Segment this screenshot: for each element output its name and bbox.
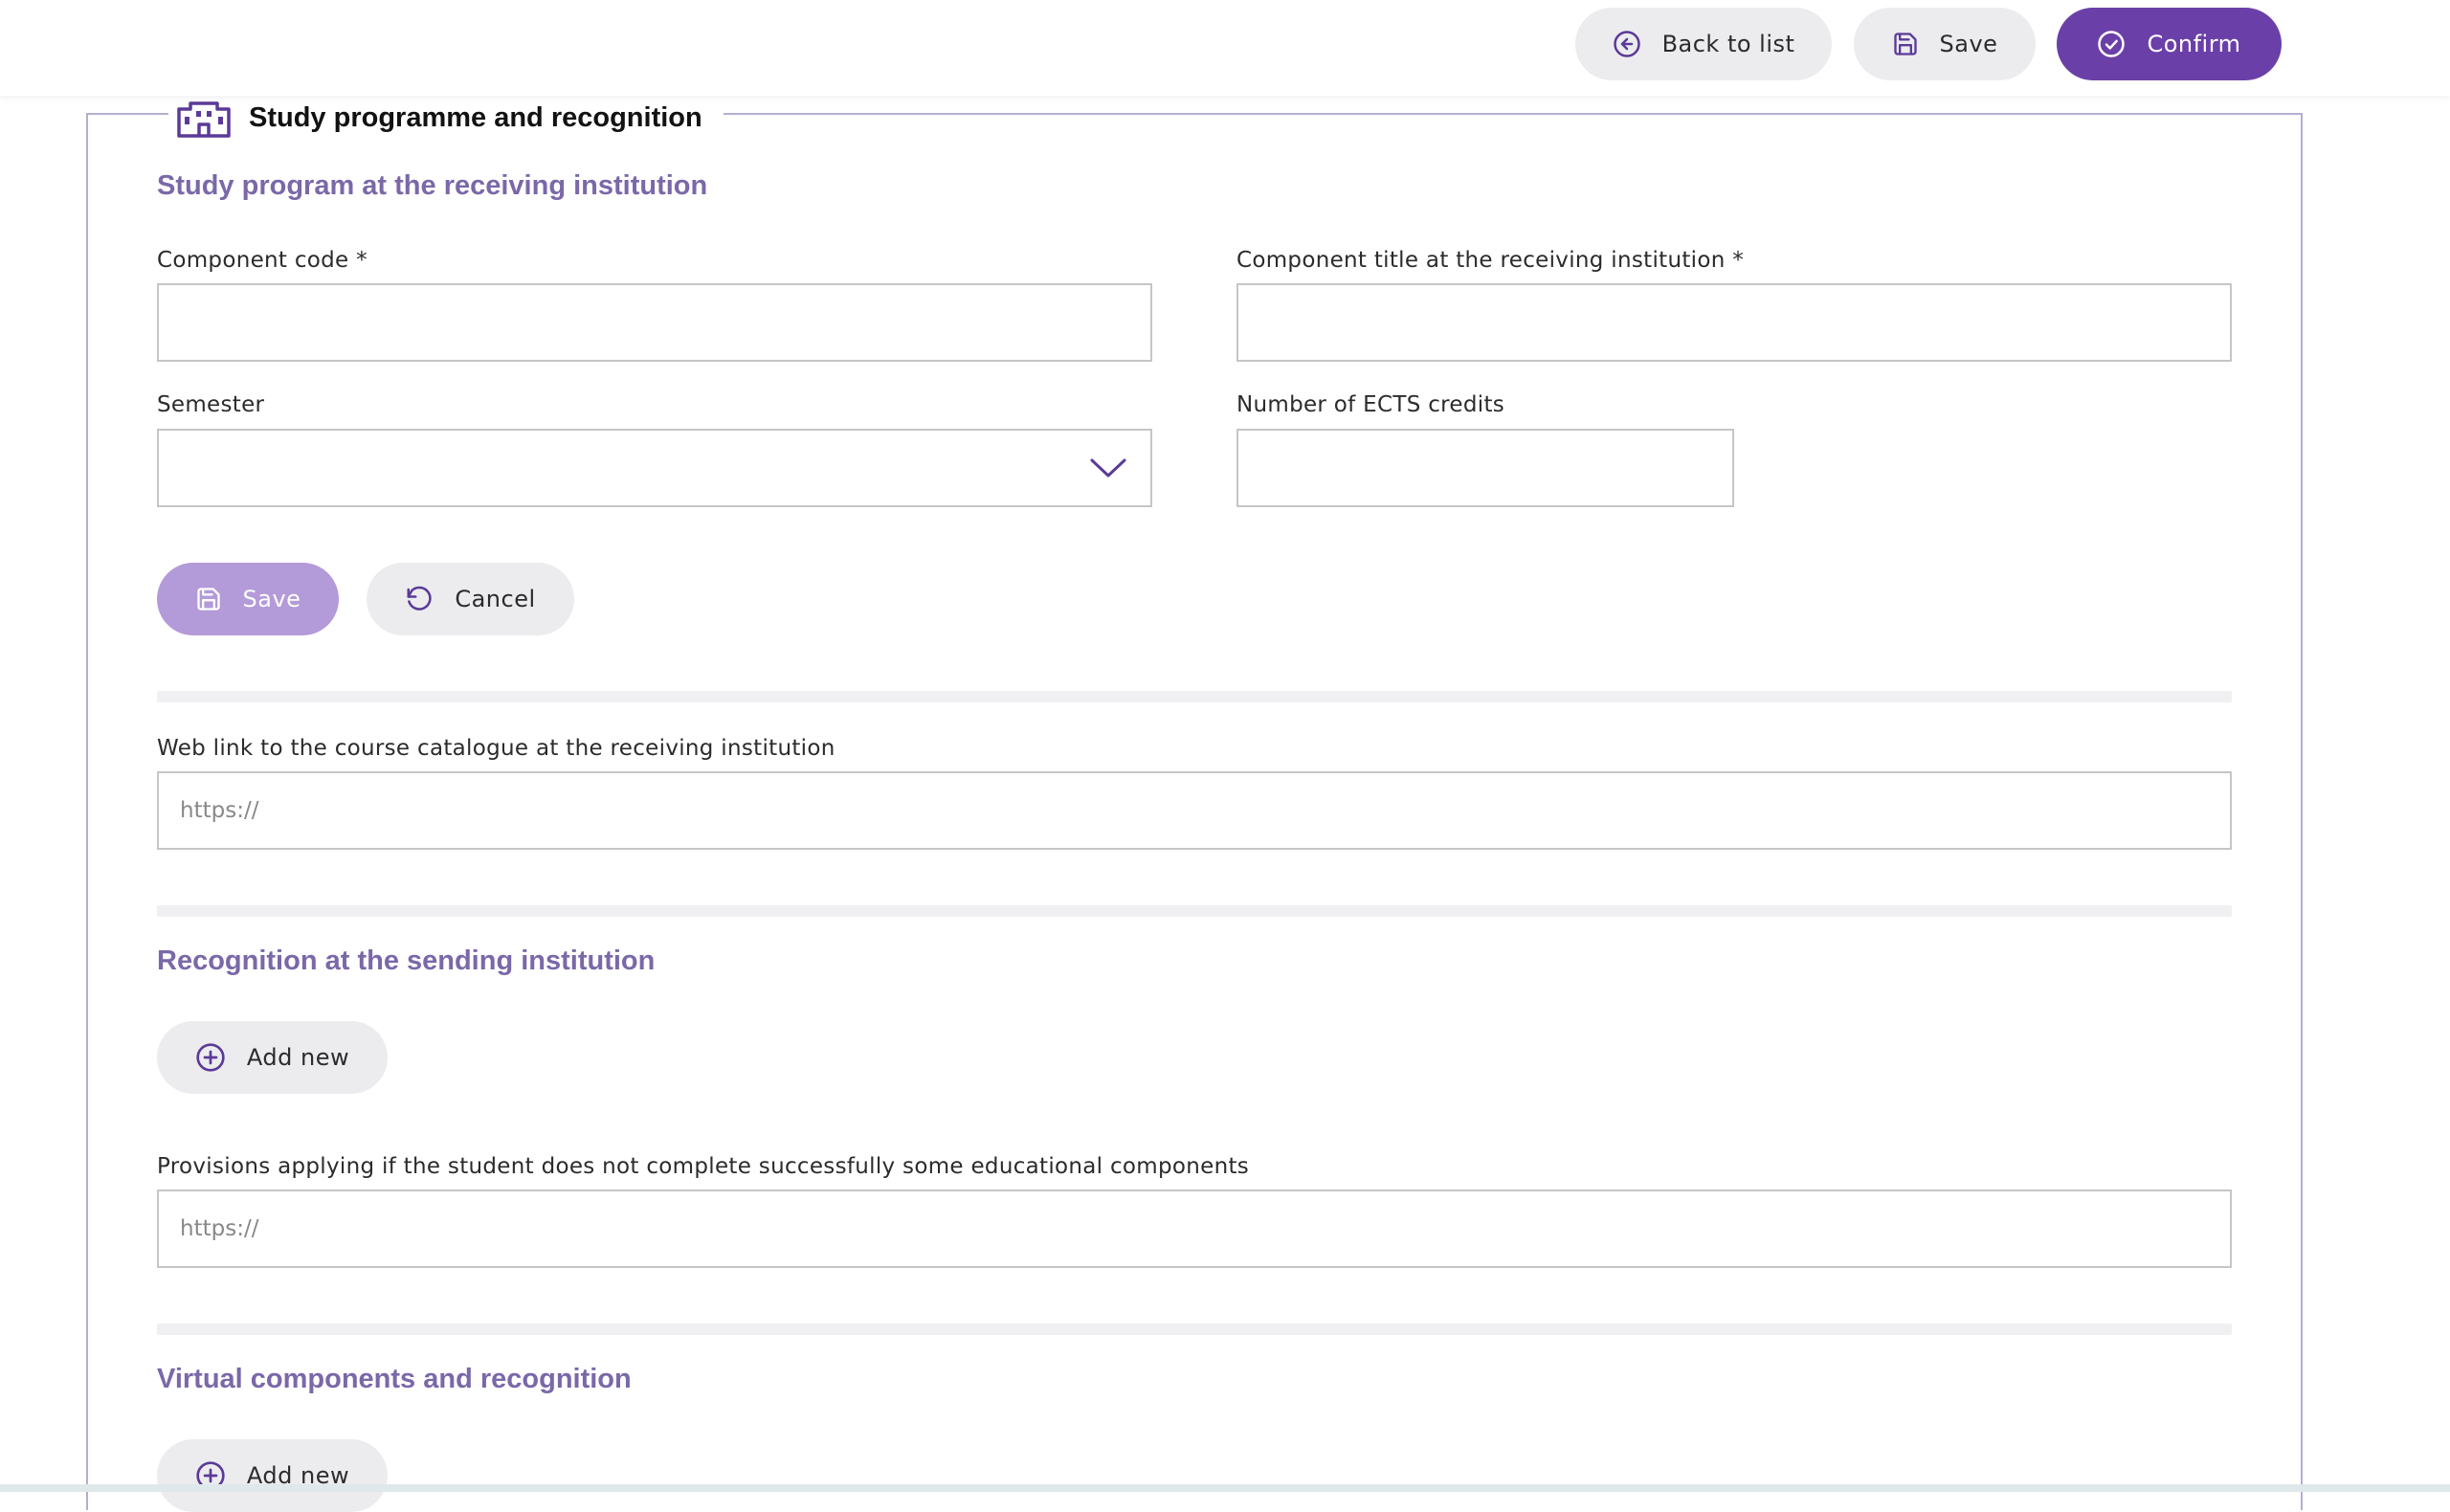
study-program-title: Study program at the receiving instituti…: [157, 170, 708, 201]
check-circle-icon: [2098, 31, 2126, 57]
component-title-label: Component title at the receiving institu…: [1236, 248, 1744, 273]
virtual-add-new-button[interactable]: Add new: [157, 1439, 388, 1512]
plus-circle-icon: [196, 1043, 225, 1072]
ects-label: Number of ECTS credits: [1236, 392, 1505, 417]
arrow-left-circle-icon: [1613, 31, 1640, 57]
web-link-label: Web link to the course catalogue at the …: [157, 736, 835, 761]
web-link-input[interactable]: https://: [157, 771, 2232, 850]
semester-label: Semester: [157, 392, 265, 417]
component-code-input[interactable]: [157, 283, 1152, 362]
component-title-input[interactable]: [1236, 283, 2232, 362]
provisions-input[interactable]: https://: [157, 1190, 2232, 1268]
ects-input[interactable]: [1236, 429, 1734, 507]
undo-icon: [407, 586, 432, 611]
viewport-bottom-edge: [0, 1484, 2450, 1492]
floppy-disk-icon: [196, 588, 220, 611]
save-label: Save: [1939, 31, 1998, 57]
back-to-list-label: Back to list: [1661, 31, 1795, 57]
study-program-save-button[interactable]: Save: [157, 563, 339, 635]
confirm-button[interactable]: Confirm: [2057, 8, 2282, 80]
chevron-down-icon: [1090, 458, 1126, 478]
recognition-add-new-label: Add new: [246, 1044, 350, 1071]
section-divider: [157, 691, 2232, 702]
web-link-placeholder: https://: [180, 798, 259, 823]
component-code-label: Component code *: [157, 248, 368, 273]
provisions-placeholder: https://: [180, 1216, 259, 1241]
cancel-label: Cancel: [455, 586, 536, 612]
top-toolbar: Back to list Save Confirm: [0, 0, 2450, 96]
section-divider: [157, 905, 2232, 917]
save-button[interactable]: Save: [1854, 8, 2036, 80]
fieldset-legend-text: Study programme and recognition: [249, 101, 702, 133]
virtual-components-title: Virtual components and recognition: [157, 1364, 632, 1394]
section-divider: [157, 1323, 2232, 1335]
study-program-save-label: Save: [242, 586, 301, 612]
floppy-disk-icon: [1893, 33, 1917, 56]
fieldset-legend: Study programme and recognition: [168, 94, 724, 142]
recognition-title: Recognition at the sending institution: [157, 945, 656, 976]
provisions-label: Provisions applying if the student does …: [157, 1154, 1250, 1179]
semester-select[interactable]: [157, 429, 1152, 507]
recognition-add-new-button[interactable]: Add new: [157, 1021, 388, 1094]
confirm-label: Confirm: [2147, 31, 2241, 57]
institution-building-icon: [177, 101, 231, 138]
cancel-button[interactable]: Cancel: [367, 563, 574, 635]
back-to-list-button[interactable]: Back to list: [1575, 8, 1832, 80]
